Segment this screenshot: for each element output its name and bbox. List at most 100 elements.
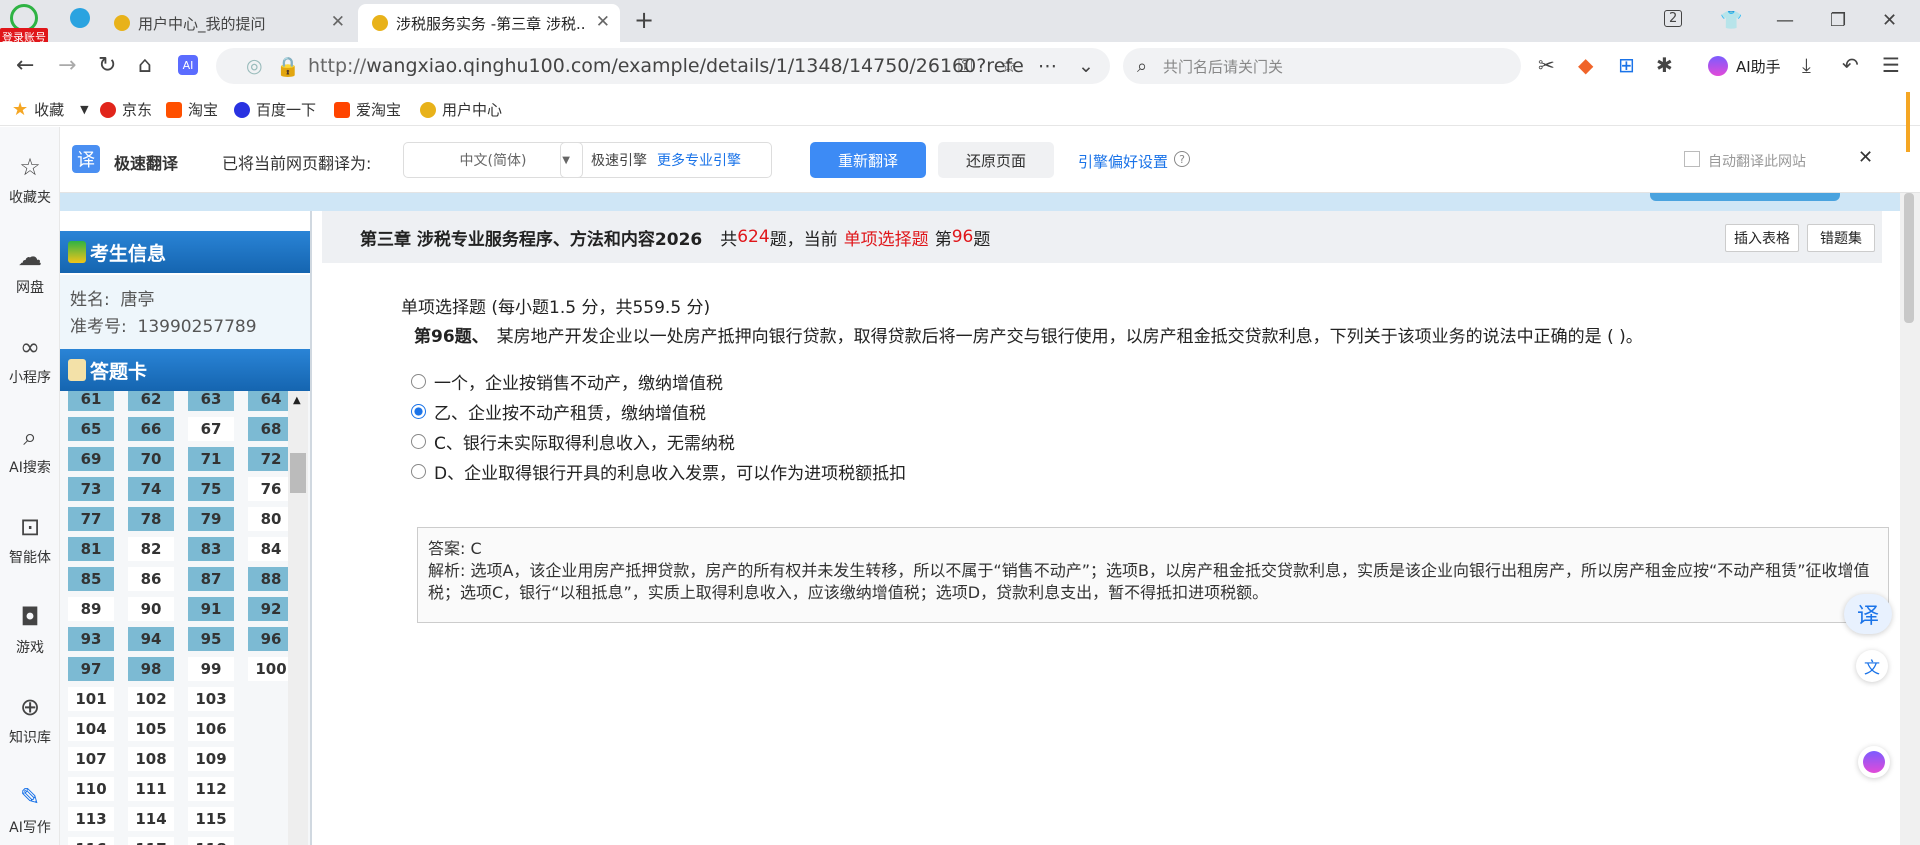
- option-b[interactable]: 乙、企业按不动产租赁，缴纳增值税: [411, 399, 706, 424]
- tab-close-icon[interactable]: ✕: [331, 12, 345, 32]
- answer-card-cell[interactable]: 83: [188, 537, 234, 561]
- close-translate-icon[interactable]: ✕: [1858, 147, 1873, 168]
- answer-card-cell[interactable]: 81: [68, 537, 114, 561]
- answer-card-cell[interactable]: 104: [68, 717, 114, 741]
- answer-card-cell[interactable]: 94: [128, 627, 174, 651]
- menu-icon[interactable]: ☰: [1882, 53, 1900, 77]
- tab-tax-service[interactable]: 涉税服务实务 -第三章 涉税... ✕: [358, 4, 620, 42]
- bookmark-user-center[interactable]: 用户中心: [420, 99, 502, 120]
- minimize-icon[interactable]: —: [1776, 10, 1794, 31]
- answer-card-cell[interactable]: 82: [128, 537, 174, 561]
- download-icon[interactable]: ⤓: [1802, 53, 1811, 77]
- tab-count-badge[interactable]: 2: [1664, 10, 1683, 27]
- telegram-icon[interactable]: [70, 8, 90, 28]
- answer-card-cell[interactable]: 63: [188, 391, 234, 411]
- bookmark-favorites[interactable]: ★ 收藏 ▼: [12, 99, 89, 120]
- scroll-up-icon[interactable]: ▲: [293, 395, 301, 406]
- bookmark-jd[interactable]: 京东: [100, 99, 152, 120]
- scroll-thumb[interactable]: [290, 453, 306, 493]
- star-icon[interactable]: ☆: [1000, 55, 1017, 77]
- close-window-icon[interactable]: ✕: [1882, 10, 1897, 31]
- answer-card-cell[interactable]: 112: [188, 777, 234, 801]
- new-tab-button[interactable]: +: [634, 6, 654, 34]
- option-c[interactable]: C、银行未实际取得利息收入，无需纳税: [411, 429, 735, 454]
- page-scrollbar[interactable]: [1900, 193, 1920, 845]
- sidebar-item-knowledge[interactable]: ⊕ 知识库: [0, 693, 60, 747]
- answer-card-cell[interactable]: 91: [188, 597, 234, 621]
- tab-close-icon[interactable]: ✕: [596, 12, 610, 32]
- skin-icon[interactable]: 👕: [1720, 10, 1742, 31]
- answer-card-cell[interactable]: 111: [128, 777, 174, 801]
- ai-assistant-label[interactable]: AI助手: [1736, 56, 1781, 77]
- answer-card-cell[interactable]: 74: [128, 477, 174, 501]
- forward-icon[interactable]: →: [58, 53, 76, 78]
- answer-card-cell[interactable]: 62: [128, 391, 174, 411]
- search-input[interactable]: ⌕ 共门名后请关门关: [1123, 48, 1521, 84]
- sidebar-item-ai-writing[interactable]: ✎ AI写作: [0, 783, 60, 837]
- bookmark-taobao[interactable]: 淘宝: [166, 99, 218, 120]
- answer-card-cell[interactable]: 65: [68, 417, 114, 441]
- undo-icon[interactable]: ↶: [1842, 53, 1859, 77]
- reload-icon[interactable]: ↻: [98, 53, 116, 78]
- sidebar-item-ai-search[interactable]: ⌕ AI搜索: [0, 423, 60, 477]
- sidebar-item-cloud[interactable]: ☁ 网盘: [0, 243, 60, 297]
- engine-select[interactable]: 极速引擎 更多专业引擎: [560, 142, 772, 178]
- retranslate-button[interactable]: 重新翻译: [810, 142, 926, 178]
- option-d-radio[interactable]: [411, 464, 426, 479]
- page-scroll-thumb[interactable]: [1904, 193, 1914, 323]
- translate-extension-icon[interactable]: ⊞: [1618, 53, 1635, 77]
- restore-icon[interactable]: ❐: [1830, 10, 1846, 31]
- answer-card-cell[interactable]: 115: [188, 807, 234, 831]
- answer-card-cell[interactable]: 113: [68, 807, 114, 831]
- key-icon[interactable]: ⚿: [958, 55, 972, 77]
- engine-pref-link[interactable]: 引擎偏好设置: [1078, 151, 1168, 172]
- option-a[interactable]: 一个，企业按销售不动产，缴纳增值税: [411, 369, 723, 394]
- insert-table-button[interactable]: 插入表格: [1725, 224, 1799, 252]
- answer-card-cell[interactable]: 69: [68, 447, 114, 471]
- option-d[interactable]: D、企业取得银行开具的利息收入发票，可以作为进项税额抵扣: [411, 459, 906, 484]
- option-c-radio[interactable]: [411, 434, 426, 449]
- answer-card-cell[interactable]: 75: [188, 477, 234, 501]
- answer-card-cell[interactable]: 116: [68, 837, 114, 845]
- bookmark-baidu[interactable]: 百度一下: [234, 99, 316, 120]
- not-secure-icon[interactable]: 🔒: [276, 55, 300, 78]
- floating-translate-button[interactable]: 译: [1844, 594, 1892, 634]
- answer-card-cell[interactable]: 90: [128, 597, 174, 621]
- answer-card-cell[interactable]: 98: [128, 657, 174, 681]
- floating-text-button[interactable]: 文: [1856, 650, 1888, 682]
- answer-card-cell[interactable]: 105: [128, 717, 174, 741]
- chevron-down-icon[interactable]: ▼: [80, 103, 88, 116]
- answer-card-cell[interactable]: 110: [68, 777, 114, 801]
- answer-card-cell[interactable]: 97: [68, 657, 114, 681]
- answer-card-cell[interactable]: 86: [128, 567, 174, 591]
- sidebar-item-games[interactable]: ◘ 游戏: [0, 603, 60, 657]
- wrong-set-button[interactable]: 错题集: [1807, 224, 1875, 252]
- answer-card-cell[interactable]: 93: [68, 627, 114, 651]
- answer-card-cell[interactable]: 61: [68, 391, 114, 411]
- answer-card-cell[interactable]: 87: [188, 567, 234, 591]
- help-icon[interactable]: ?: [1174, 151, 1190, 167]
- more-icon[interactable]: ⋯: [1038, 55, 1057, 77]
- restore-page-button[interactable]: 还原页面: [938, 142, 1054, 178]
- answer-card-cell[interactable]: 109: [188, 747, 234, 771]
- answer-card-cell[interactable]: 106: [188, 717, 234, 741]
- answer-card-cell[interactable]: 85: [68, 567, 114, 591]
- sidebar-item-miniprogram[interactable]: ∞ 小程序: [0, 333, 60, 387]
- answer-card-cell[interactable]: 118: [188, 837, 234, 845]
- answer-card-cell[interactable]: 117: [128, 837, 174, 845]
- home-icon[interactable]: ⌂: [138, 53, 152, 78]
- option-b-radio[interactable]: [411, 404, 426, 419]
- answer-card-cell[interactable]: 66: [128, 417, 174, 441]
- answer-card-cell[interactable]: 67: [188, 417, 234, 441]
- back-icon[interactable]: ←: [16, 53, 34, 78]
- bookmark-aitaobao[interactable]: 爱淘宝: [334, 99, 401, 120]
- answer-card-cell[interactable]: 89: [68, 597, 114, 621]
- sidebar-item-agent[interactable]: ⊡ 智能体: [0, 513, 60, 567]
- ai-icon[interactable]: AI: [178, 55, 198, 75]
- more-engines-link[interactable]: 更多专业引擎: [657, 150, 741, 170]
- tab-user-center[interactable]: 用户中心_我的提问 ✕: [100, 4, 355, 42]
- answer-card-cell[interactable]: 79: [188, 507, 234, 531]
- sidebar-item-favorites[interactable]: ☆ 收藏夹: [0, 153, 60, 207]
- answer-card-cell[interactable]: 102: [128, 687, 174, 711]
- answer-card-cell[interactable]: 101: [68, 687, 114, 711]
